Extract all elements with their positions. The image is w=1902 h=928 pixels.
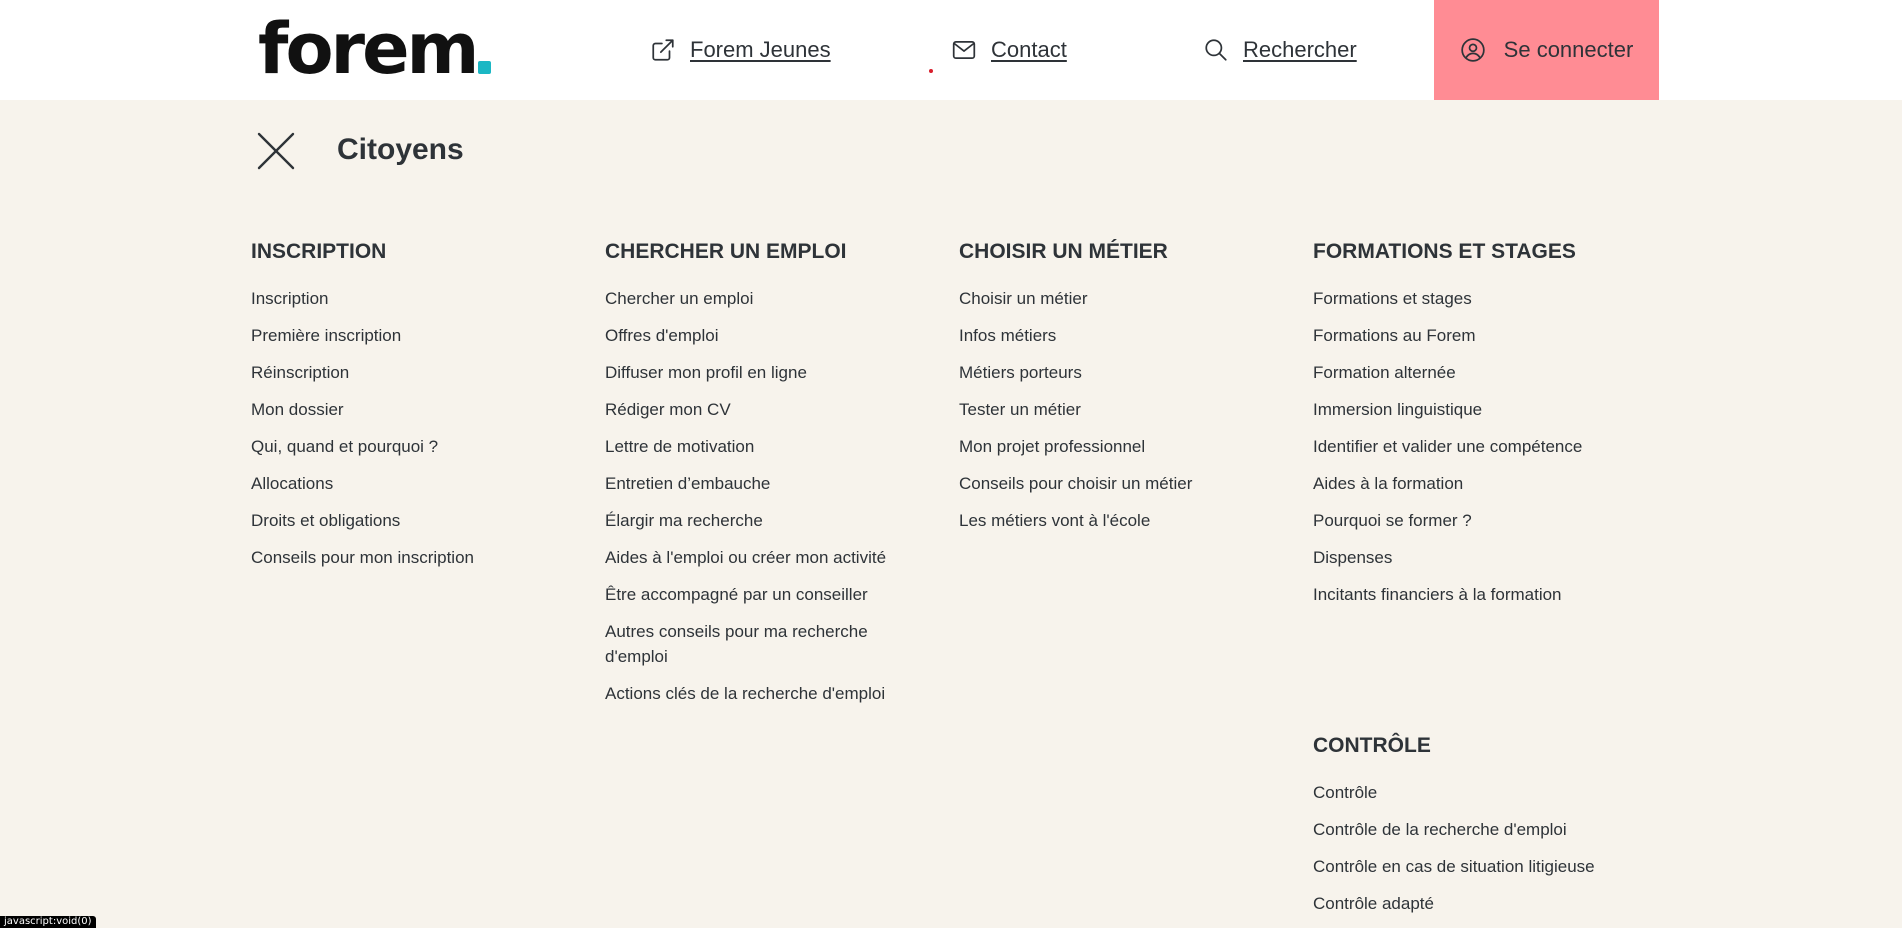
close-icon <box>257 132 295 170</box>
mail-icon <box>952 41 976 59</box>
menu-link[interactable]: Élargir ma recherche <box>605 508 935 533</box>
nav-contact-label: Contact <box>991 37 1067 62</box>
nav-search[interactable]: Rechercher <box>1203 30 1357 70</box>
nav-contact[interactable]: Contact <box>951 30 1067 70</box>
menu-link[interactable]: Allocations <box>251 471 571 496</box>
menu-link[interactable]: Dispenses <box>1313 545 1653 570</box>
menu-link[interactable]: Contrôle <box>1313 780 1653 805</box>
menu-link[interactable]: Rédiger mon CV <box>605 397 935 422</box>
menu-link[interactable]: Formations et stages <box>1313 286 1653 311</box>
logo-text: forem <box>258 8 479 90</box>
menu-link[interactable]: Tester un métier <box>959 397 1279 422</box>
browser-status-bar: javascript:void(0) <box>0 916 96 928</box>
forem-logo[interactable]: forem <box>258 8 492 90</box>
menu-link[interactable]: Première inscription <box>251 323 571 348</box>
menu-link[interactable]: Incitants financiers à la formation <box>1313 582 1653 607</box>
menu-link[interactable]: Droits et obligations <box>251 508 571 533</box>
menu-link[interactable]: Entretien d’embauche <box>605 471 935 496</box>
menu-column-controle: CONTRÔLE Contrôle Contrôle de la recherc… <box>1313 732 1653 928</box>
section-title: Citoyens <box>337 133 464 166</box>
menu-link[interactable]: Formations au Forem <box>1313 323 1653 348</box>
link-list: Contrôle Contrôle de la recherche d'empl… <box>1313 780 1653 916</box>
column-heading[interactable]: CONTRÔLE <box>1313 732 1653 760</box>
site-header: forem Forem Jeunes Contact Rechercher Se… <box>0 0 1902 100</box>
link-list: Choisir un métier Infos métiers Métiers … <box>959 286 1279 533</box>
menu-link[interactable]: Qui, quand et pourquoi ? <box>251 434 571 459</box>
menu-link[interactable]: Réinscription <box>251 360 571 385</box>
menu-link[interactable]: Les métiers vont à l'école <box>959 508 1279 533</box>
column-heading[interactable]: CHERCHER UN EMPLOI <box>605 238 935 266</box>
menu-link[interactable]: Infos métiers <box>959 323 1279 348</box>
menu-column-chercher-emploi: CHERCHER UN EMPLOI Chercher un emploi Of… <box>605 238 935 718</box>
close-menu-button[interactable] <box>256 131 296 171</box>
menu-link[interactable]: Choisir un métier <box>959 286 1279 311</box>
user-circle-icon <box>1460 38 1485 62</box>
logo-dot <box>478 61 492 74</box>
menu-link[interactable]: Conseils pour choisir un métier <box>959 471 1279 496</box>
nav-forem-jeunes[interactable]: Forem Jeunes <box>650 30 831 70</box>
menu-link[interactable]: Conseils pour mon inscription <box>251 545 571 570</box>
menu-link[interactable]: Mon dossier <box>251 397 571 422</box>
menu-link[interactable]: Lettre de motivation <box>605 434 935 459</box>
menu-link[interactable]: Identifier et valider une compétence <box>1313 434 1653 459</box>
menu-link[interactable]: Pourquoi se former ? <box>1313 508 1653 533</box>
menu-column-choisir-metier: CHOISIR UN MÉTIER Choisir un métier Info… <box>959 238 1279 545</box>
menu-link[interactable]: Chercher un emploi <box>605 286 935 311</box>
menu-link[interactable]: Actions clés de la recherche d'emploi <box>605 681 935 706</box>
search-icon <box>1205 39 1227 61</box>
link-list: Chercher un emploi Offres d'emploi Diffu… <box>605 286 935 706</box>
menu-link[interactable]: Inscription <box>251 286 571 311</box>
column-heading[interactable]: FORMATIONS ET STAGES <box>1313 238 1653 266</box>
menu-link[interactable]: Formation alternée <box>1313 360 1653 385</box>
menu-link[interactable]: Contrôle en cas de situation litigieuse <box>1313 854 1653 879</box>
login-button[interactable]: Se connecter <box>1434 0 1659 100</box>
link-list: Formations et stages Formations au Forem… <box>1313 286 1653 607</box>
nav-forem-jeunes-label: Forem Jeunes <box>690 37 831 62</box>
external-link-icon <box>652 39 674 61</box>
menu-link[interactable]: Diffuser mon profil en ligne <box>605 360 935 385</box>
menu-column-formations: FORMATIONS ET STAGES Formations et stage… <box>1313 238 1653 619</box>
menu-link[interactable]: Offres d'emploi <box>605 323 935 348</box>
menu-link[interactable]: Aides à la formation <box>1313 471 1653 496</box>
menu-link[interactable]: Immersion linguistique <box>1313 397 1653 422</box>
menu-link[interactable]: Métiers porteurs <box>959 360 1279 385</box>
menu-column-inscription: INSCRIPTION Inscription Première inscrip… <box>251 238 571 582</box>
login-button-label: Se connecter <box>1503 37 1634 62</box>
menu-link[interactable]: Autres conseils pour ma recherche d'empl… <box>605 619 935 669</box>
menu-link[interactable]: Aides à l'emploi ou créer mon activité <box>605 545 935 570</box>
menu-link[interactable]: Mon projet professionnel <box>959 434 1279 459</box>
cursor-dot <box>929 69 933 73</box>
column-heading[interactable]: CHOISIR UN MÉTIER <box>959 238 1279 266</box>
menu-link[interactable]: Être accompagné par un conseiller <box>605 582 935 607</box>
menu-link[interactable]: Contrôle adapté <box>1313 891 1653 916</box>
nav-search-label: Rechercher <box>1243 37 1357 62</box>
link-list: Inscription Première inscription Réinscr… <box>251 286 571 570</box>
menu-link[interactable]: Contrôle de la recherche d'emploi <box>1313 817 1653 842</box>
column-heading[interactable]: INSCRIPTION <box>251 238 571 266</box>
